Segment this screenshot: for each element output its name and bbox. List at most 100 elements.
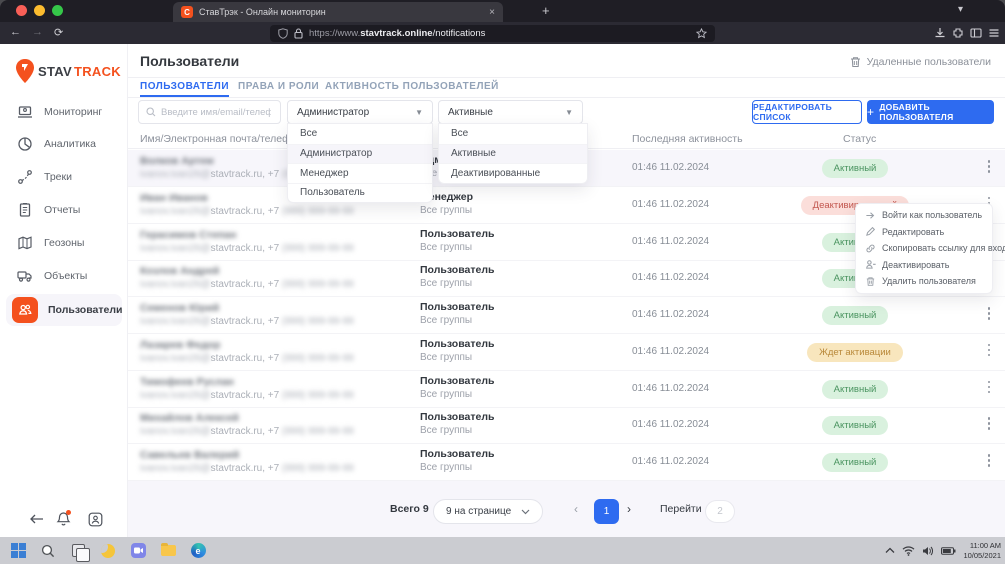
user-contact: ivanov.ivan26@stavtrack.ru, +7 (999) 999… [140, 206, 354, 217]
window-close-icon[interactable] [16, 5, 27, 16]
row-kebab-menu-icon[interactable] [983, 160, 995, 176]
tray-expand-chevron-icon[interactable] [885, 547, 895, 554]
table-footer: Всего 9 9 на странице ‹ 1 › Перейти 2 [128, 481, 1005, 537]
sidebar-item-reports[interactable]: Отчеты [6, 195, 122, 225]
volume-icon[interactable] [922, 546, 934, 556]
total-count: Всего 9 [390, 481, 429, 537]
sidebar-toggle-icon[interactable] [970, 27, 982, 39]
last-activity: 01:46 11.02.2024 [632, 346, 709, 357]
next-page-button[interactable]: › [627, 481, 631, 537]
back-button[interactable]: ← [10, 26, 21, 38]
table-row[interactable]: Савельев Валерийivanov.ivan26@stavtrack.… [128, 444, 1005, 481]
edge-browser-button[interactable]: e [186, 539, 210, 563]
goto-page-input[interactable]: 2 [705, 500, 735, 523]
extensions-icon[interactable] [952, 27, 964, 39]
folder-icon [161, 545, 176, 556]
task-view-button[interactable] [66, 539, 90, 563]
row-kebab-menu-icon[interactable] [983, 381, 995, 397]
email-blurred: ivanov.ivan26@ [140, 243, 211, 254]
phone-blurred: (999) 999-99-99 [282, 390, 354, 401]
sidebar-item-users[interactable]: Пользователи [6, 294, 122, 326]
sidebar-item-analytics[interactable]: Аналитика [6, 129, 122, 159]
browser-tab[interactable]: С СтавТрэк - Онлайн мониторин × [173, 2, 503, 22]
row-kebab-menu-icon[interactable] [983, 454, 995, 470]
window-zoom-icon[interactable] [52, 5, 63, 16]
start-button[interactable] [6, 539, 30, 563]
row-kebab-menu-icon[interactable] [983, 307, 995, 323]
bookmark-star-icon[interactable] [696, 28, 707, 39]
user-contact: ivanov.ivan26@stavtrack.ru, +7 (999) 999… [140, 316, 354, 327]
tab-list-chevron-icon[interactable]: ▾ [958, 4, 963, 15]
context-menu-item[interactable]: Редактировать [856, 224, 992, 241]
menu-option[interactable]: Пользователь [288, 183, 432, 203]
email-visible: stavtrack.ru, +7 [211, 206, 282, 217]
table-row[interactable]: Семенов Юрийivanov.ivan26@stavtrack.ru, … [128, 297, 1005, 334]
tab-close-icon[interactable]: × [489, 7, 495, 18]
widgets-button[interactable] [96, 539, 120, 563]
menu-option[interactable]: Активные [439, 144, 587, 164]
file-explorer-button[interactable] [156, 539, 180, 563]
context-menu-item[interactable]: Войти как пользователь [856, 207, 992, 224]
user-contact: ivanov.ivan26@stavtrack.ru, +7 (999) 999… [140, 243, 354, 254]
current-page-button[interactable]: 1 [594, 499, 619, 524]
table-row[interactable]: Лазарев Федорivanov.ivan26@stavtrack.ru,… [128, 334, 1005, 371]
user-minus-icon [865, 259, 876, 270]
per-page-select[interactable]: 9 на странице [433, 499, 543, 524]
prev-page-button[interactable]: ‹ [574, 481, 578, 537]
row-kebab-menu-icon[interactable] [983, 417, 995, 433]
status-badge: Активный [822, 380, 889, 399]
shield-icon[interactable] [278, 28, 288, 39]
phone-blurred: (999) 999-99-99 [282, 426, 354, 437]
main-content: Пользователи Удаленные пользователи ПОЛЬ… [128, 44, 1005, 537]
menu-option[interactable]: Менеджер [288, 163, 432, 183]
browser-toolbar: ← → ⟳ https://www.stavtrack.online/notif… [0, 22, 1005, 44]
sidebar-item-tracks[interactable]: Треки [6, 162, 122, 192]
menu-option[interactable]: Все [288, 124, 432, 144]
wifi-icon[interactable] [902, 546, 915, 556]
table-row[interactable]: Тимофеев Русланivanov.ivan26@stavtrack.r… [128, 371, 1005, 408]
url-text: https://www.stavtrack.online/notificatio… [309, 28, 690, 39]
context-menu-label: Редактировать [882, 227, 944, 237]
user-group: Все группы [420, 462, 472, 473]
phone-blurred: (999) 999-99-99 [282, 353, 354, 364]
tab-title: СтавТрэк - Онлайн мониторин [199, 7, 483, 17]
collapse-sidebar-icon[interactable] [30, 513, 44, 525]
taskbar-search-button[interactable] [36, 539, 60, 563]
email-blurred: ivanov.ivan26@ [140, 426, 211, 437]
email-blurred: ivanov.ivan26@ [140, 169, 211, 180]
menu-option[interactable]: Деактивированные [439, 163, 587, 183]
edge-icon: e [191, 543, 206, 558]
menu-hamburger-icon[interactable] [988, 27, 1000, 39]
menu-option[interactable]: Администратор [288, 144, 432, 164]
user-name: Герасимов Степан [140, 229, 236, 241]
address-bar[interactable]: https://www.stavtrack.online/notificatio… [270, 25, 715, 42]
download-icon[interactable] [934, 27, 946, 39]
sidebar-item-geozones[interactable]: Геозоны [6, 228, 122, 258]
menu-option[interactable]: Все [439, 124, 587, 144]
sidebar-item-objects[interactable]: Объекты [6, 261, 122, 291]
battery-icon[interactable] [941, 547, 956, 555]
task-view-icon [72, 544, 85, 557]
email-visible: stavtrack.ru, +7 [211, 463, 282, 474]
table-row[interactable]: Михайлов Алексейivanov.ivan26@stavtrack.… [128, 407, 1005, 444]
stavtrack-logo: STAVTRACK [14, 58, 121, 84]
email-visible: stavtrack.ru, +7 [211, 353, 282, 364]
user-role: Пользователь [420, 264, 494, 276]
context-menu-item[interactable]: Деактивировать [856, 257, 992, 274]
window-minimize-icon[interactable] [34, 5, 45, 16]
context-menu-item[interactable]: Скопировать ссылку для входа [856, 240, 992, 257]
link-icon [865, 243, 876, 254]
forward-button[interactable]: → [32, 26, 43, 38]
user-role: Пользователь [420, 301, 494, 313]
new-tab-button[interactable]: + [542, 3, 550, 18]
lock-icon[interactable] [294, 28, 303, 39]
context-menu-item[interactable]: Удалить пользователя [856, 273, 992, 290]
taskbar-clock[interactable]: 11:00 AM 10/05/2021 [963, 541, 1001, 560]
sidebar-item-monitoring[interactable]: Мониторинг [6, 97, 122, 127]
chat-camera-icon [131, 543, 146, 558]
reload-button[interactable]: ⟳ [54, 26, 63, 39]
teams-chat-button[interactable] [126, 539, 150, 563]
row-kebab-menu-icon[interactable] [983, 344, 995, 360]
geozones-icon [16, 234, 34, 252]
profile-icon[interactable] [88, 512, 103, 527]
